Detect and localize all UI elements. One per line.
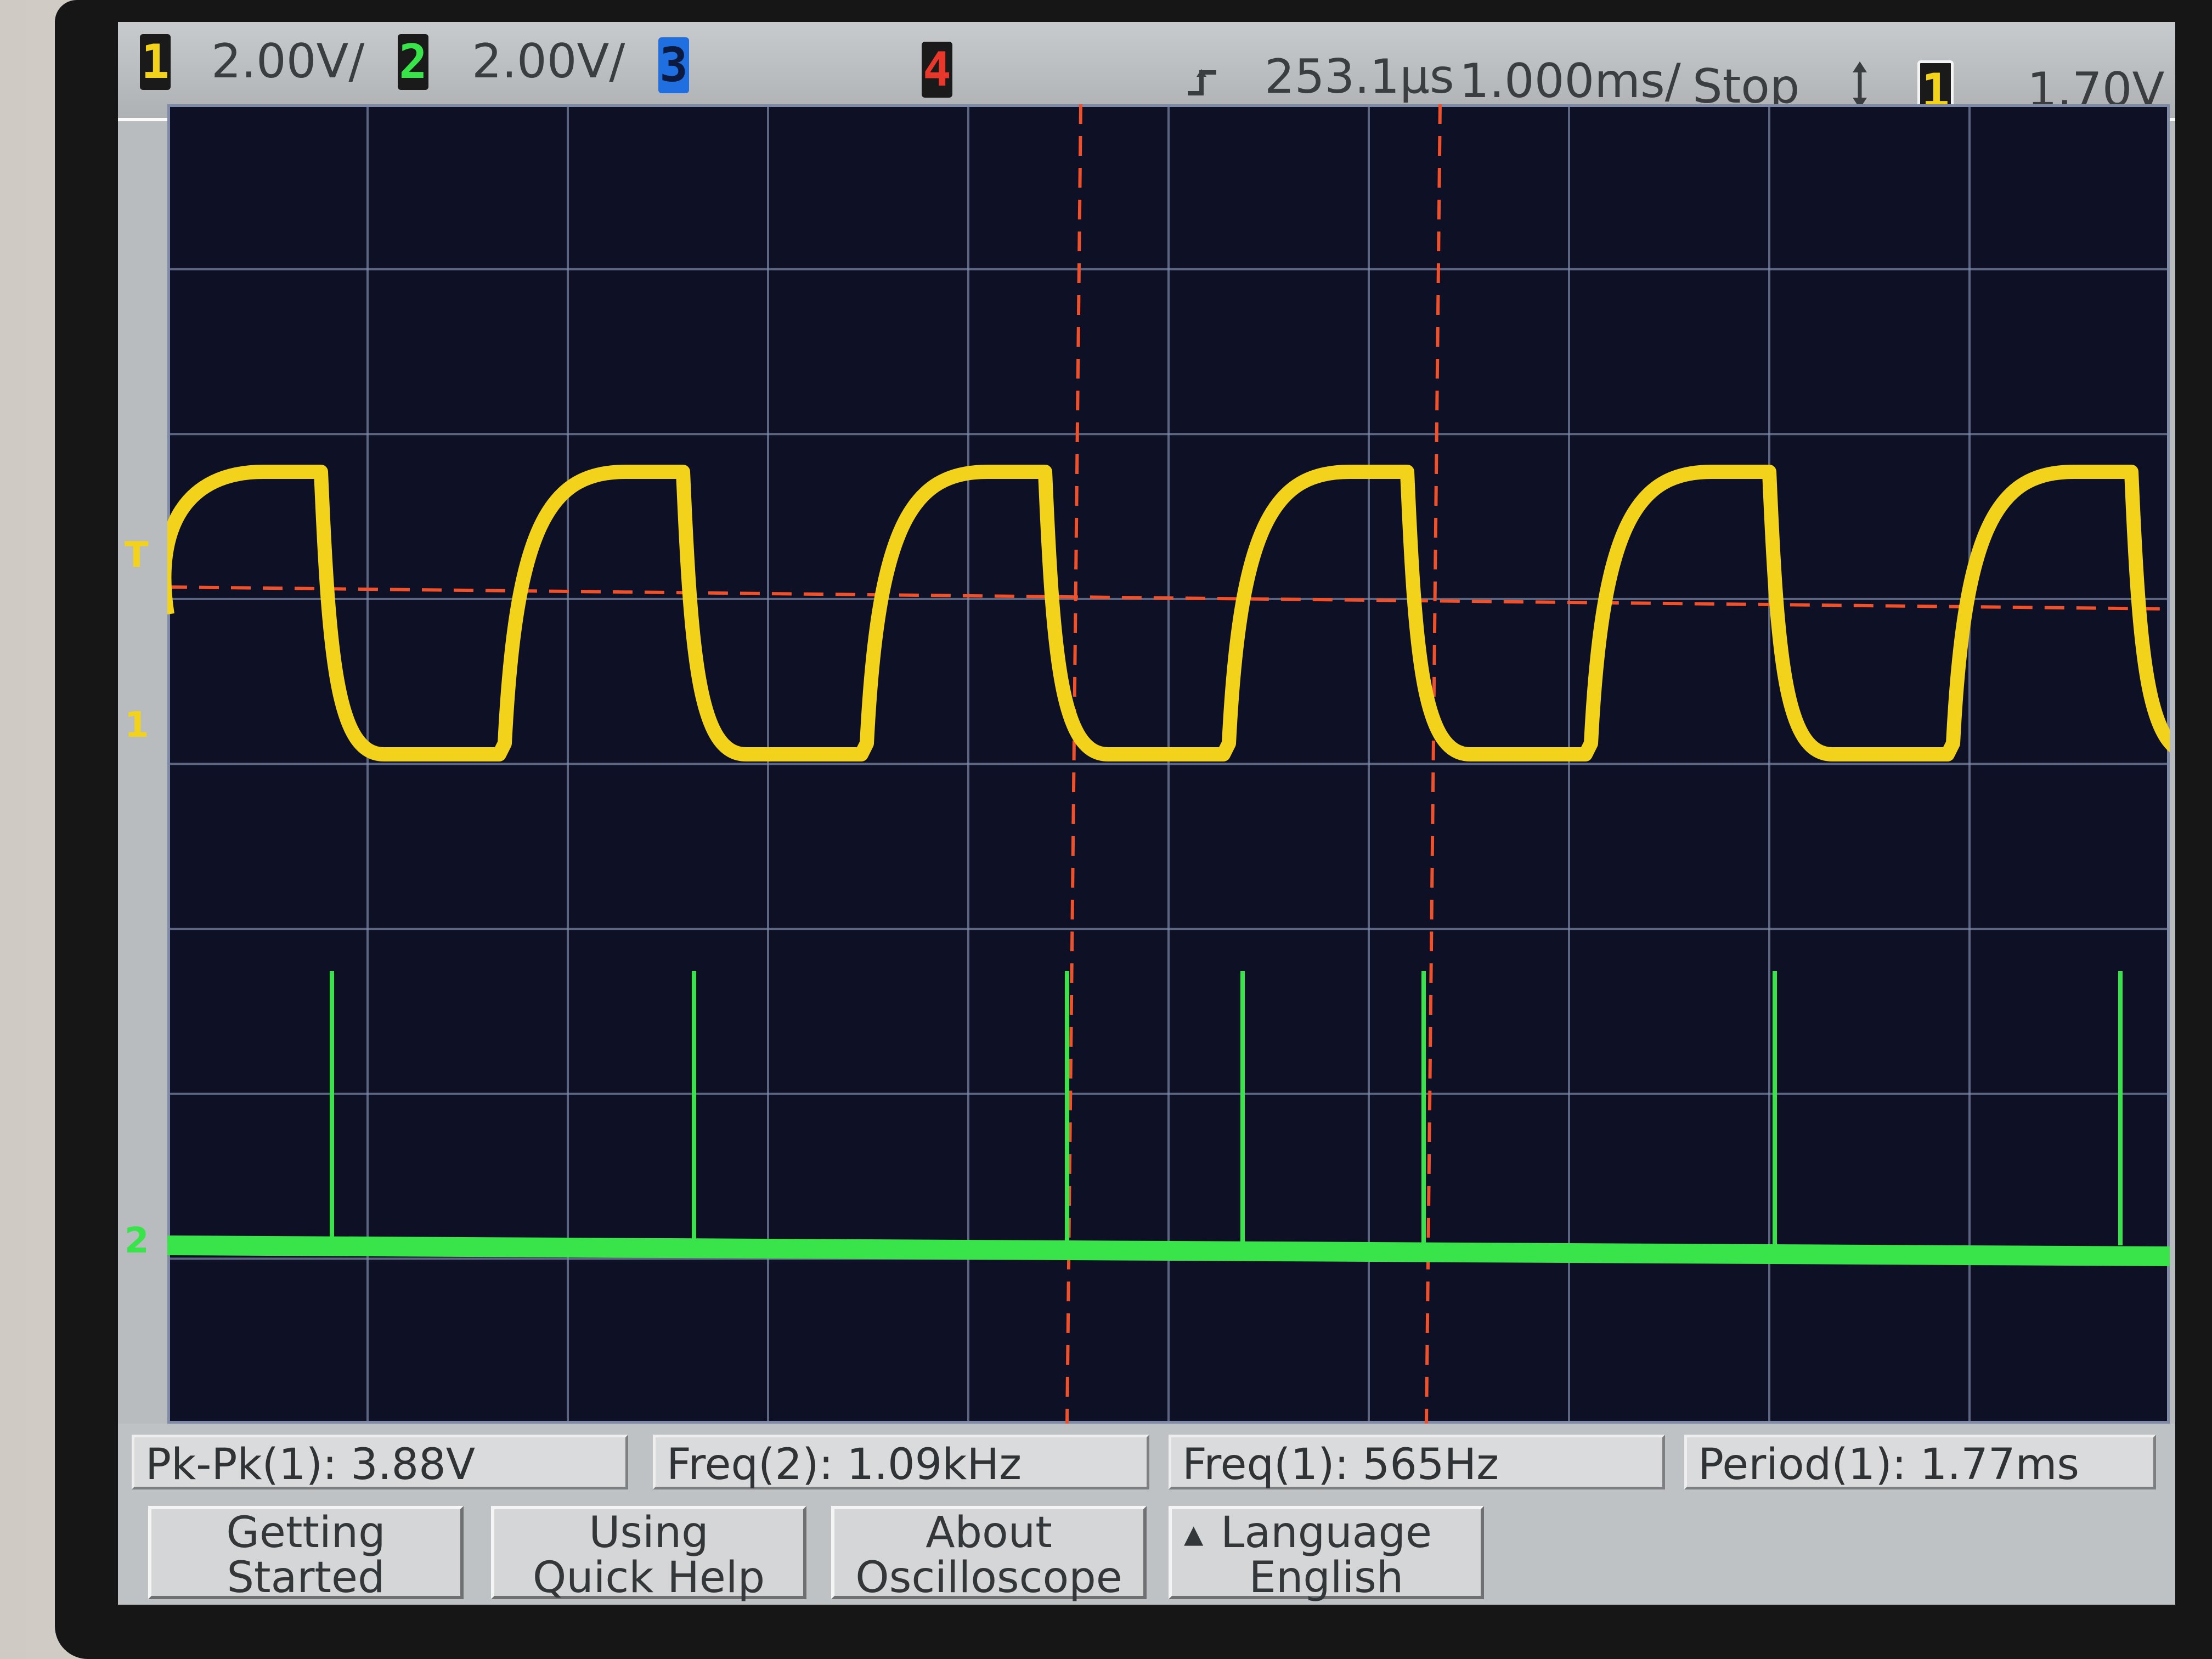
language-line1: Language	[1221, 1508, 1432, 1558]
measurement-pkpk: Pk-Pk(1): 3.88V	[132, 1435, 628, 1489]
ch2-scale: 2.00V/	[472, 34, 625, 89]
waveform-display: T 1 2	[125, 104, 2170, 1424]
time-delay: 253.1µs	[1265, 49, 1454, 104]
time-scale: 1.000ms/	[1459, 54, 1681, 109]
waveform-canvas	[167, 104, 2170, 1424]
trigger-level-marker: T	[125, 535, 149, 575]
about-line2: Oscilloscope	[855, 1553, 1122, 1602]
measurement-freq1: Freq(1): 565Hz	[1169, 1435, 1665, 1489]
ch1-scale: 2.00V/	[211, 34, 365, 89]
measurement-bar: Pk-Pk(1): 3.88V Freq(2): 1.09kHz Freq(1)…	[118, 1424, 2175, 1605]
menu-up-arrow-icon: ▲	[1184, 1519, 1204, 1549]
ch4-badge[interactable]: 4	[922, 42, 952, 98]
measurement-period1: Period(1): 1.77ms	[1684, 1435, 2156, 1489]
quick-help-softkey[interactable]: Using Quick Help	[491, 1506, 806, 1602]
getting-started-softkey[interactable]: Getting Started	[148, 1506, 464, 1602]
about-softkey[interactable]: About Oscilloscope	[831, 1506, 1147, 1602]
ch2-badge[interactable]: 2	[398, 34, 428, 90]
graticule	[167, 104, 2170, 1424]
oscilloscope-screen: 1 2.00V/ 2 2.00V/ 3 4 253.1µs 1.000ms/ S…	[118, 22, 2175, 1605]
measurement-freq2: Freq(2): 1.09kHz	[653, 1435, 1149, 1489]
language-line2: English	[1249, 1553, 1404, 1602]
language-softkey[interactable]: ▲ Language English	[1169, 1506, 1484, 1602]
quick-help-line2: Quick Help	[532, 1553, 765, 1602]
ch3-badge[interactable]: 3	[658, 37, 689, 93]
ch1-ground-marker: 1	[125, 705, 149, 746]
getting-started-line2: Started	[227, 1553, 385, 1602]
about-line1: About	[926, 1508, 1052, 1558]
trigger-edge-icon	[1182, 66, 1221, 99]
getting-started-line1: Getting	[226, 1508, 386, 1558]
trigger-mode-icon	[1846, 60, 1874, 110]
quick-help-line1: Using	[589, 1508, 709, 1558]
ch2-baseline	[167, 1235, 2170, 1266]
ch2-ground-marker: 2	[125, 1221, 149, 1261]
ch1-badge[interactable]: 1	[140, 34, 171, 90]
